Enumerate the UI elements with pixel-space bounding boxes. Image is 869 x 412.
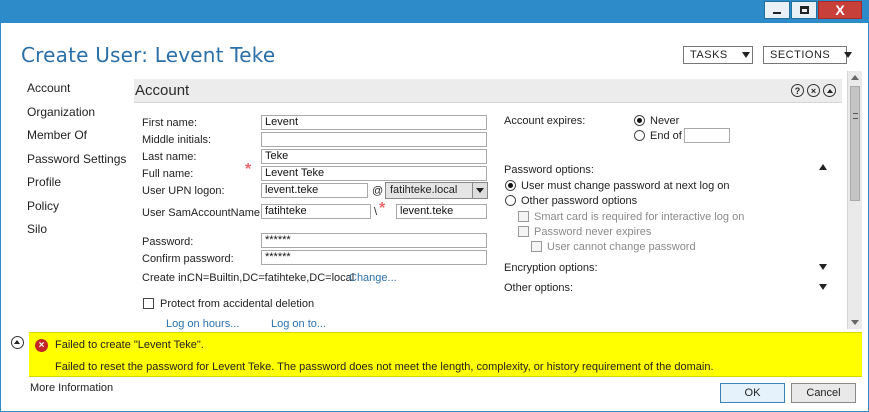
must-change-password-radio[interactable]	[505, 180, 516, 191]
chevron-down-icon	[472, 183, 487, 198]
nav-item-policy[interactable]: Policy	[27, 199, 126, 223]
expand-icon[interactable]	[819, 264, 827, 270]
required-asterisk-icon: *	[379, 200, 386, 217]
account-expires-label: Account expires:	[504, 115, 586, 127]
required-asterisk-icon: *	[245, 161, 252, 178]
nav-item-member-of[interactable]: Member Of	[27, 128, 126, 152]
create-in-label: Create in:	[142, 272, 190, 284]
expires-end-of-radio[interactable]	[634, 130, 645, 141]
protect-deletion-label: Protect from accidental deletion	[160, 298, 315, 310]
sections-button[interactable]: SECTIONS	[763, 46, 853, 64]
password-input[interactable]: ******	[261, 233, 487, 248]
expires-never-label: Never	[650, 115, 680, 127]
collapse-notification-icon[interactable]	[11, 336, 24, 349]
section-header-icons: ? ×	[791, 84, 836, 97]
chevron-down-icon	[741, 52, 750, 58]
minimize-button[interactable]	[764, 1, 790, 19]
maximize-button[interactable]	[791, 1, 817, 19]
full-name-input[interactable]: Levent Teke	[261, 166, 487, 181]
expires-end-of-label: End of	[650, 130, 682, 142]
first-name-input[interactable]: Levent	[261, 115, 487, 130]
confirm-password-label: Confirm password:	[142, 253, 234, 265]
protect-deletion-checkbox[interactable]	[143, 298, 154, 309]
window-chrome: X	[1, 1, 868, 23]
close-window-button[interactable]: X	[818, 1, 862, 19]
logon-to-link[interactable]: Log on to...	[271, 318, 326, 330]
confirm-password-input[interactable]: ******	[261, 250, 487, 265]
sections-label: SECTIONS	[770, 49, 831, 61]
minimize-icon	[773, 12, 781, 14]
window-controls: X	[763, 1, 862, 19]
error-notification: × Failed to create "Levent Teke". Failed…	[29, 332, 862, 377]
nav-item-organization[interactable]: Organization	[27, 105, 126, 129]
account-section-header: Account ? ×	[134, 79, 842, 103]
expires-end-of-date-input[interactable]	[684, 128, 730, 143]
nav-item-password-settings[interactable]: Password Settings	[27, 152, 126, 176]
close-section-icon[interactable]: ×	[807, 84, 820, 97]
tasks-label: TASKS	[690, 49, 728, 61]
encryption-options-label: Encryption options:	[504, 262, 598, 274]
error-detail: Failed to reset the password for Levent …	[55, 361, 714, 373]
other-password-options-radio[interactable]	[505, 195, 516, 206]
expires-never-radio[interactable]	[634, 115, 645, 126]
middle-initials-label: Middle initials:	[142, 134, 212, 146]
collapse-icon[interactable]	[819, 164, 827, 170]
cannot-change-password-label: User cannot change password	[547, 241, 696, 253]
create-in-value: CN=Builtin,DC=fatihteke,DC=local	[187, 272, 355, 284]
last-name-label: Last name:	[142, 151, 197, 163]
tasks-button[interactable]: TASKS	[683, 46, 753, 64]
nav-item-profile[interactable]: Profile	[27, 175, 126, 199]
last-name-input[interactable]: Teke	[261, 149, 487, 164]
chevron-down-icon	[844, 52, 853, 58]
scrollbar-thumb[interactable]	[850, 86, 860, 201]
create-user-window: X Create User: Levent Teke TASKS SECTION…	[0, 0, 869, 412]
sam-separator: \	[374, 206, 378, 218]
expand-icon[interactable]	[819, 284, 827, 290]
password-options-label: Password options:	[504, 164, 594, 176]
error-icon: ×	[35, 339, 48, 352]
other-password-options-label: Other password options	[521, 195, 638, 207]
sam-domain-input[interactable]: fatihteke	[261, 204, 371, 219]
full-name-label: Full name:	[142, 168, 194, 180]
sam-user-input[interactable]: levent.teke	[396, 204, 487, 219]
scroll-down-icon[interactable]	[851, 320, 859, 325]
change-container-link[interactable]: Change...	[349, 272, 397, 284]
more-information-toggle[interactable]: More Information	[30, 382, 113, 394]
vertical-scrollbar[interactable]	[847, 71, 862, 329]
upn-logon-label: User UPN logon:	[142, 185, 225, 197]
must-change-password-label: User must change password at next log on	[521, 180, 730, 192]
password-label: Password:	[142, 236, 194, 248]
help-icon[interactable]: ?	[791, 84, 804, 97]
middle-initials-input[interactable]	[261, 132, 487, 147]
section-nav: Account Organization Member Of Password …	[27, 81, 126, 246]
upn-logon-input[interactable]: levent.teke	[261, 183, 368, 198]
password-never-expires-label: Password never expires	[534, 226, 652, 238]
collapse-section-icon[interactable]	[823, 84, 836, 97]
nav-item-account[interactable]: Account	[27, 81, 126, 105]
smart-card-checkbox[interactable]	[518, 211, 529, 222]
cancel-button[interactable]: Cancel	[791, 383, 856, 403]
upn-domain-select[interactable]: fatihteke.local	[385, 182, 488, 199]
upn-domain-value: fatihteke.local	[390, 184, 458, 196]
maximize-icon	[799, 6, 809, 14]
close-icon: X	[835, 2, 845, 18]
smart-card-label: Smart card is required for interactive l…	[534, 211, 745, 223]
upn-at-sign: @	[372, 185, 384, 197]
scroll-up-icon[interactable]	[851, 75, 859, 80]
page-title: Create User: Levent Teke	[21, 43, 276, 67]
sam-account-label: User SamAccountName l...	[142, 207, 275, 219]
error-title: Failed to create "Levent Teke".	[55, 339, 204, 351]
ok-button[interactable]: OK	[720, 383, 785, 403]
grip-icon	[853, 113, 858, 119]
nav-item-silo[interactable]: Silo	[27, 222, 126, 246]
other-options-label: Other options:	[504, 282, 574, 294]
cannot-change-password-checkbox[interactable]	[531, 241, 542, 252]
logon-hours-link[interactable]: Log on hours...	[166, 318, 239, 330]
section-title: Account	[135, 82, 190, 99]
password-never-expires-checkbox[interactable]	[518, 226, 529, 237]
first-name-label: First name:	[142, 117, 198, 129]
